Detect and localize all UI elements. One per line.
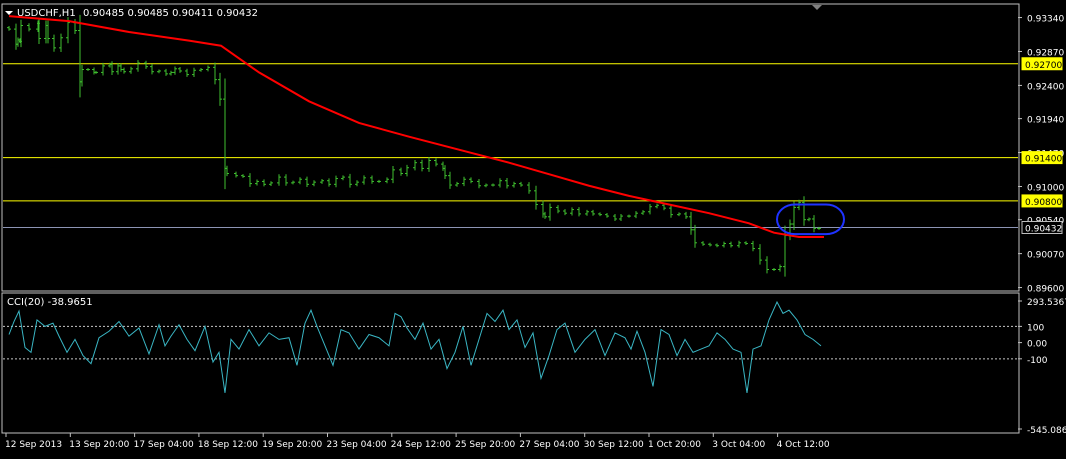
price-tick-label: 0.90070 bbox=[1027, 251, 1064, 261]
hline-label: 0.90800 bbox=[1025, 198, 1062, 208]
price-tick-label: 0.89600 bbox=[1027, 285, 1064, 295]
time-tick-label: 24 Sep 12:00 bbox=[391, 440, 451, 450]
price-tick-label: 0.91940 bbox=[1027, 116, 1064, 126]
time-tick-label: 30 Sep 12:00 bbox=[584, 440, 644, 450]
cci-tick-label: 0.00 bbox=[1027, 340, 1047, 350]
time-tick-label: 4 Oct 12:00 bbox=[777, 440, 830, 450]
hline-label: 0.91400 bbox=[1025, 155, 1062, 165]
time-tick-label: 23 Sep 04:00 bbox=[327, 440, 387, 450]
time-tick-label: 13 Sep 20:00 bbox=[69, 440, 129, 450]
time-tick-label: 12 Sep 2013 bbox=[5, 440, 62, 450]
price-tick-label: 0.91000 bbox=[1027, 183, 1064, 193]
price-tick-label: 0.92400 bbox=[1027, 82, 1064, 92]
symbol-label: USDCHF,H1 bbox=[17, 8, 76, 19]
time-tick-label: 18 Sep 12:00 bbox=[198, 440, 258, 450]
hline-label: 0.90432 bbox=[1025, 224, 1062, 234]
cci-title: CCI(20) -38.9651 bbox=[7, 297, 93, 308]
cci-tick-label: 100 bbox=[1027, 323, 1044, 333]
cci-tick-label: -100 bbox=[1027, 356, 1048, 366]
chart-window[interactable]: 0.933400.928700.924000.919400.914700.910… bbox=[0, 0, 1066, 455]
hline-label: 0.92700 bbox=[1025, 61, 1062, 71]
price-tick-label: 0.92870 bbox=[1027, 48, 1064, 58]
chart-canvas[interactable]: 0.933400.928700.924000.919400.914700.910… bbox=[0, 0, 1066, 455]
price-tick-label: 0.93340 bbox=[1027, 15, 1064, 25]
time-tick-label: 17 Sep 04:00 bbox=[134, 440, 194, 450]
ohlc-values: 0.90485 0.90485 0.90411 0.90432 bbox=[83, 8, 258, 19]
cci-tick-label: -545.0866 bbox=[1027, 426, 1066, 436]
cci-tick-label: 293.5367 bbox=[1027, 298, 1066, 308]
time-tick-label: 1 Oct 20:00 bbox=[648, 440, 701, 450]
time-tick-label: 19 Sep 20:00 bbox=[262, 440, 322, 450]
time-tick-label: 25 Sep 20:00 bbox=[455, 440, 515, 450]
time-tick-label: 3 Oct 04:00 bbox=[712, 440, 765, 450]
time-tick-label: 27 Sep 04:00 bbox=[519, 440, 579, 450]
